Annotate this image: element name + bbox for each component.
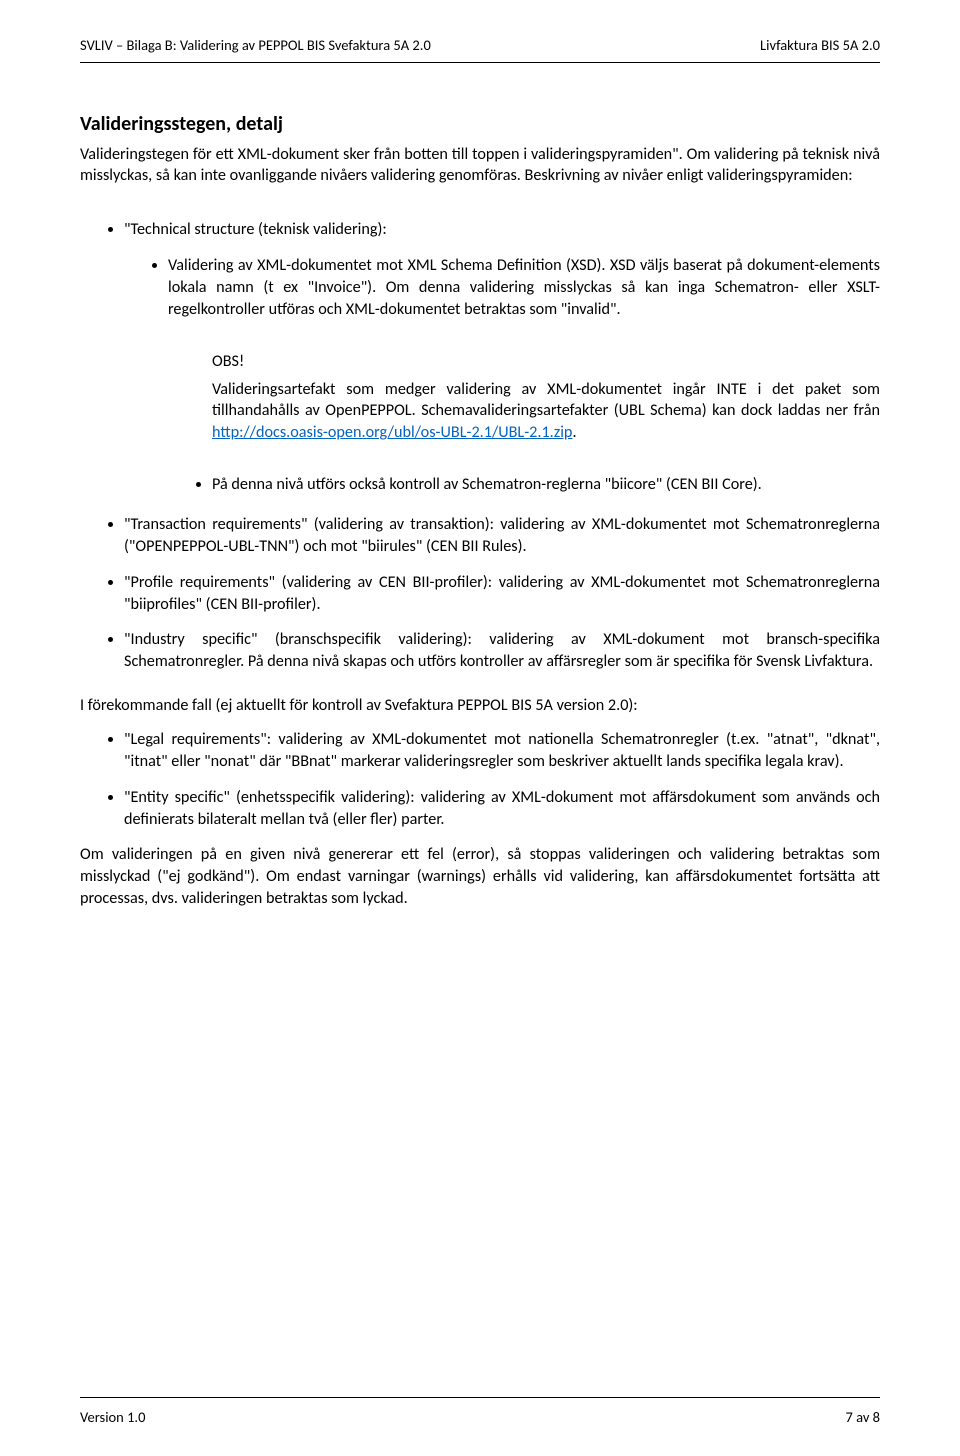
tech-structure-sublist: Validering av XML-dokumentet mot XML Sch… xyxy=(124,255,880,321)
secondary-intro: I förekommande fall (ej aktuellt för kon… xyxy=(80,695,880,717)
secondary-list: "Legal requirements": validering av XML-… xyxy=(80,729,880,830)
after-obs-list: På denna nivå utförs också kontroll av S… xyxy=(124,474,880,496)
ubl-schema-link[interactable]: http://docs.oasis-open.org/ubl/os-UBL-2.… xyxy=(212,423,572,442)
tech-structure-label: "Technical structure (teknisk validering… xyxy=(124,220,387,239)
obs-text-after: . xyxy=(572,423,576,442)
page-footer: Version 1.0 7 av 8 xyxy=(80,1397,880,1428)
page-content: SVLIV – Bilaga B: Validering av PEPPOL B… xyxy=(0,0,960,910)
list-item: "Transaction requirements" (validering a… xyxy=(124,514,880,558)
obs-label: OBS! xyxy=(212,351,880,373)
after-obs-item: På denna nivå utförs också kontroll av S… xyxy=(212,474,880,496)
page-header: SVLIV – Bilaga B: Validering av PEPPOL B… xyxy=(80,36,880,62)
header-left: SVLIV – Bilaga B: Validering av PEPPOL B… xyxy=(80,36,431,56)
validation-levels-list: "Technical structure (teknisk validering… xyxy=(80,219,880,673)
footer-version: Version 1.0 xyxy=(80,1408,145,1428)
footer-row: Version 1.0 7 av 8 xyxy=(80,1408,880,1428)
intro-paragraph: Valideringstegen för ett XML-dokument sk… xyxy=(80,144,880,188)
list-item: "Industry specific" (branschspecifik val… xyxy=(124,629,880,673)
section-title: Valideringsstegen, detalj xyxy=(80,111,880,138)
tech-structure-item: "Technical structure (teknisk validering… xyxy=(124,219,880,496)
tech-structure-detail: Validering av XML-dokumentet mot XML Sch… xyxy=(168,255,880,321)
header-right: Livfaktura BIS 5A 2.0 xyxy=(760,36,880,56)
header-rule xyxy=(80,62,880,63)
footer-page-number: 7 av 8 xyxy=(845,1408,880,1428)
list-item: "Profile requirements" (validering av CE… xyxy=(124,572,880,616)
tail-paragraph: Om valideringen på en given nivå generer… xyxy=(80,844,880,910)
obs-text: Valideringsartefakt som medger validerin… xyxy=(212,379,880,445)
list-item: "Legal requirements": validering av XML-… xyxy=(124,729,880,773)
list-item: "Entity specific" (enhetsspecifik valide… xyxy=(124,787,880,831)
obs-text-before: Valideringsartefakt som medger validerin… xyxy=(212,380,880,421)
footer-rule xyxy=(80,1397,880,1398)
obs-block: OBS! Valideringsartefakt som medger vali… xyxy=(212,351,880,444)
